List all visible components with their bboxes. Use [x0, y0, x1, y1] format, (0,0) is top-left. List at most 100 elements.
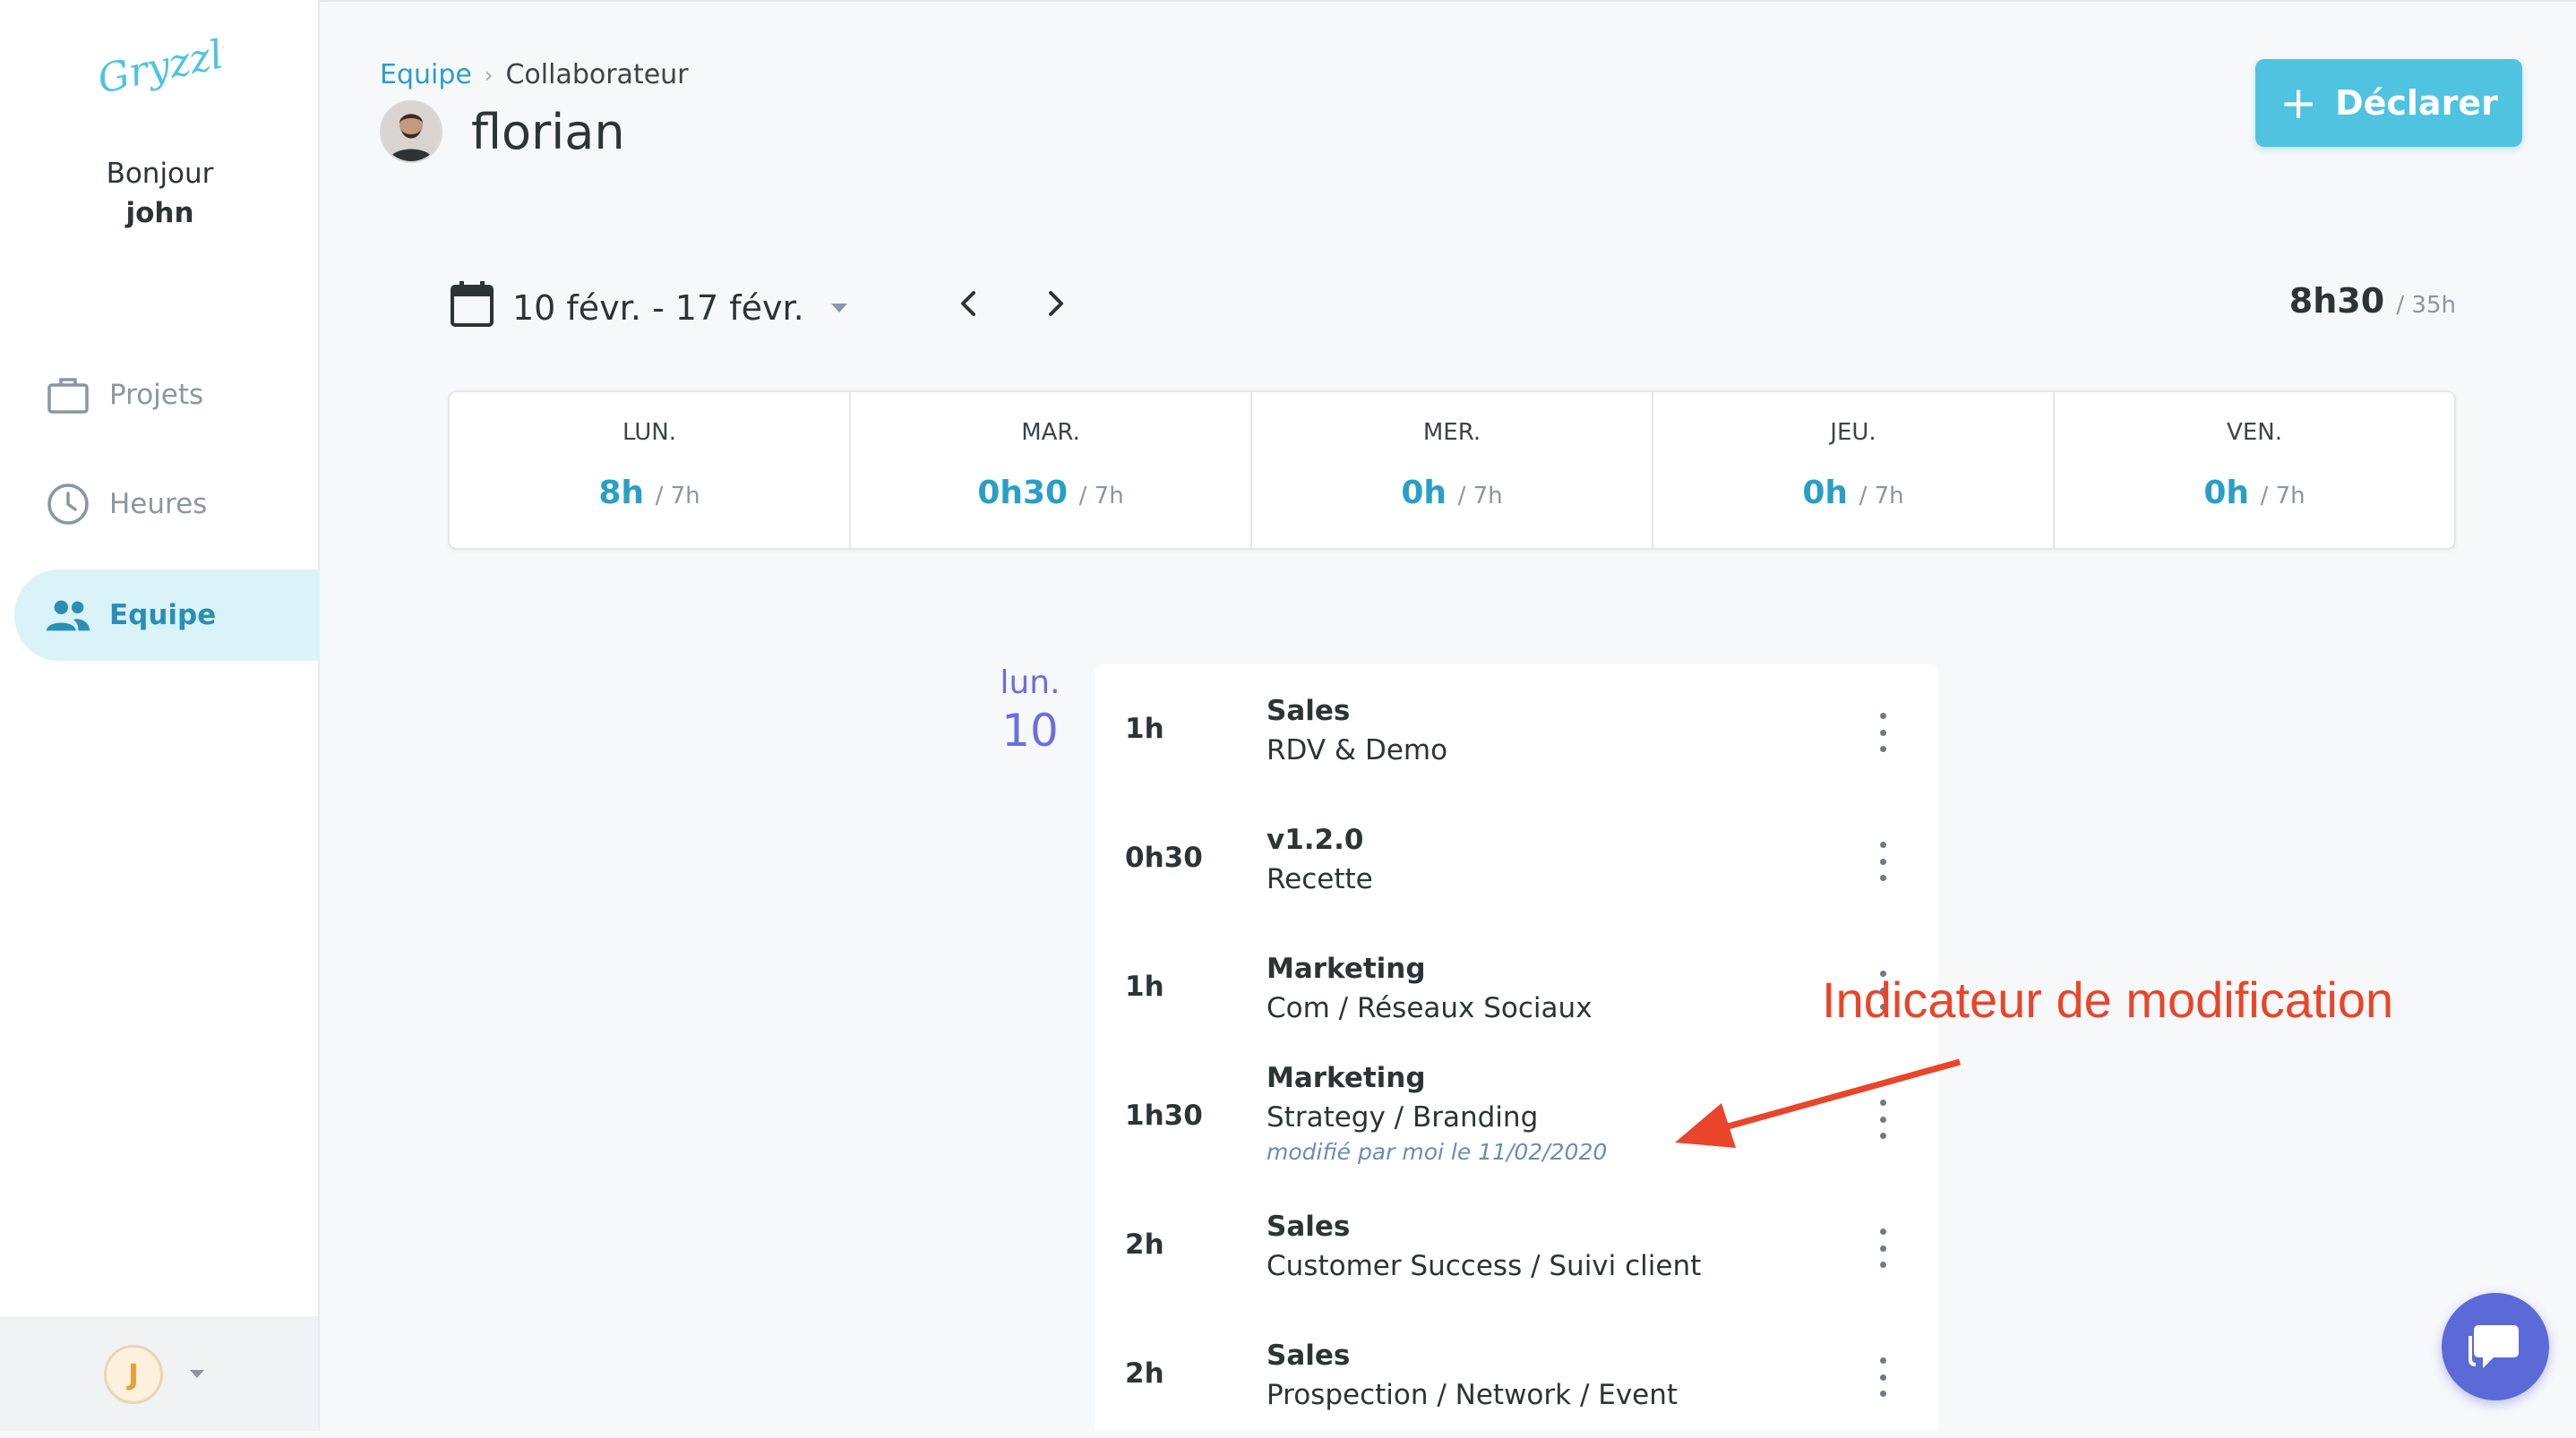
- selected-day: lun. 10: [967, 664, 1093, 757]
- greeting-username: john: [125, 197, 194, 229]
- chevron-down-icon[interactable]: [190, 1370, 204, 1378]
- sidebar-item-heures[interactable]: Heures: [14, 458, 320, 550]
- sidebar-item-projets[interactable]: Projets: [14, 349, 320, 441]
- sidebar: Gryzzly Bonjour john Projets Heures Equi…: [0, 0, 320, 1431]
- entry-project: v1.2.0: [1267, 824, 1364, 856]
- entry-task: RDV & Demo: [1267, 734, 1448, 766]
- top-border: [0, 0, 2576, 2]
- more-vertical-icon[interactable]: [1872, 1228, 1893, 1268]
- more-vertical-icon[interactable]: [1872, 1357, 1893, 1397]
- date-range-picker[interactable]: 10 févr. - 17 févr.: [450, 279, 847, 336]
- entry-duration: 2h: [1125, 1357, 1164, 1390]
- chevron-down-icon[interactable]: [830, 303, 847, 312]
- day-card-mer[interactable]: MER. 0h / 7h: [1252, 392, 1653, 548]
- day-hours-value: 0h: [2203, 475, 2250, 511]
- next-week-button[interactable]: [1037, 285, 1073, 322]
- chat-icon: [2469, 1325, 2519, 1368]
- day-hours-max: / 7h: [2260, 483, 2306, 509]
- sidebar-item-label: Equipe: [109, 599, 217, 631]
- more-vertical-icon[interactable]: [1872, 842, 1893, 881]
- more-vertical-icon[interactable]: [1872, 713, 1893, 752]
- entry-duration: 1h: [1125, 971, 1164, 1003]
- entry-project: Sales: [1267, 1340, 1351, 1372]
- day-hours-max: / 7h: [1078, 483, 1124, 509]
- day-label: MAR.: [1021, 419, 1080, 446]
- gryzzly-logo[interactable]: Gryzzly: [94, 27, 250, 118]
- entry-duration: 1h30: [1125, 1100, 1203, 1132]
- week-total-max: / 35h: [2396, 292, 2456, 319]
- previous-week-button[interactable]: [951, 285, 987, 322]
- entry-duration: 0h30: [1125, 842, 1203, 874]
- entry-duration: 1h: [1125, 713, 1164, 745]
- day-card-mar[interactable]: MAR. 0h30 / 7h: [851, 392, 1252, 548]
- chat-button[interactable]: [2442, 1293, 2549, 1400]
- day-hours-value: 0h30: [977, 475, 1069, 511]
- day-hours: 0h30 / 7h: [851, 475, 1250, 511]
- people-icon: [45, 592, 91, 638]
- selected-day-number: 10: [1001, 705, 1059, 757]
- calendar-icon: [450, 279, 494, 336]
- modification-indicator: modifié par moi le 11/02/2020: [1267, 1139, 1608, 1165]
- chevron-right-icon: [1049, 291, 1063, 316]
- day-label: JEU.: [1830, 419, 1876, 446]
- entry-duration: 2h: [1125, 1228, 1164, 1261]
- list-item[interactable]: 1h Sales RDV & Demo: [1095, 664, 1938, 793]
- declare-button[interactable]: + Déclarer: [2255, 59, 2522, 147]
- clock-icon: [45, 481, 91, 527]
- week-days-summary: LUN. 8h / 7h MAR. 0h30 / 7h MER. 0h / 7h…: [448, 390, 2456, 550]
- day-hours-value: 0h: [1401, 475, 1447, 511]
- breadcrumb-link-equipe[interactable]: Equipe: [380, 59, 472, 90]
- annotation-arrow: [1675, 1058, 1961, 1148]
- day-label: MER.: [1422, 419, 1481, 446]
- entry-task: Strategy / Branding: [1267, 1101, 1539, 1134]
- entry-task: Prospection / Network / Event: [1267, 1379, 1679, 1411]
- time-entries-list: 1h Sales RDV & Demo 0h30 v1.2.0 Recette …: [1095, 664, 1938, 1431]
- day-label: LUN.: [623, 419, 676, 446]
- list-item[interactable]: 2h Sales Prospection / Network / Event: [1095, 1309, 1938, 1438]
- user-menu[interactable]: J: [0, 1316, 318, 1431]
- entry-task: Com / Réseaux Sociaux: [1267, 992, 1593, 1024]
- date-range-label: 10 févr. - 17 févr.: [512, 287, 804, 328]
- entry-task: Recette: [1267, 863, 1373, 895]
- day-card-ven[interactable]: VEN. 0h / 7h: [2055, 392, 2454, 548]
- user-avatar[interactable]: J: [104, 1345, 163, 1404]
- breadcrumb-current: Collaborateur: [505, 59, 689, 90]
- plus-icon: +: [2280, 77, 2318, 129]
- day-card-jeu[interactable]: JEU. 0h / 7h: [1653, 392, 2055, 548]
- declare-button-label: Déclarer: [2335, 83, 2498, 123]
- week-total: 8h30 / 35h: [2289, 281, 2456, 321]
- entry-project: Marketing: [1267, 953, 1426, 985]
- chevron-right-icon: ›: [484, 62, 494, 88]
- person-header: florian: [380, 100, 625, 163]
- greeting-text: Bonjour: [106, 158, 214, 190]
- page-title: florian: [471, 103, 625, 160]
- sidebar-item-equipe[interactable]: Equipe: [14, 569, 320, 661]
- list-item[interactable]: 1h Marketing Com / Réseaux Sociaux: [1095, 922, 1938, 1051]
- briefcase-icon: [45, 372, 91, 418]
- day-hours-max: / 7h: [655, 483, 700, 509]
- day-hours: 0h / 7h: [2055, 475, 2454, 511]
- entry-task: Customer Success / Suivi client: [1267, 1250, 1702, 1282]
- day-hours-max: / 7h: [1457, 483, 1503, 509]
- day-hours-value: 0h: [1802, 475, 1849, 511]
- entry-project: Sales: [1267, 695, 1351, 727]
- day-hours-value: 8h: [598, 475, 645, 511]
- sidebar-item-label: Projets: [109, 379, 204, 411]
- week-total-value: 8h30: [2288, 281, 2385, 321]
- day-hours: 0h / 7h: [1653, 475, 2053, 511]
- list-item[interactable]: 2h Sales Customer Success / Suivi client: [1095, 1180, 1938, 1309]
- selected-day-weekday: lun.: [1000, 664, 1060, 701]
- day-hours: 8h / 7h: [450, 475, 849, 511]
- list-item[interactable]: 0h30 v1.2.0 Recette: [1095, 793, 1938, 922]
- sidebar-item-label: Heures: [109, 488, 208, 520]
- annotation-label: Indicateur de modification: [1822, 972, 2394, 1028]
- entry-project: Sales: [1267, 1211, 1351, 1243]
- day-card-lun[interactable]: LUN. 8h / 7h: [450, 392, 851, 548]
- breadcrumb: Equipe › Collaborateur: [380, 59, 689, 90]
- entry-project: Marketing: [1267, 1062, 1426, 1094]
- svg-text:Gryzzly: Gryzzly: [97, 34, 224, 103]
- greeting: Bonjour john: [0, 154, 320, 233]
- day-hours: 0h / 7h: [1252, 475, 1652, 511]
- chevron-left-icon: [961, 291, 975, 316]
- day-label: VEN.: [2227, 419, 2282, 446]
